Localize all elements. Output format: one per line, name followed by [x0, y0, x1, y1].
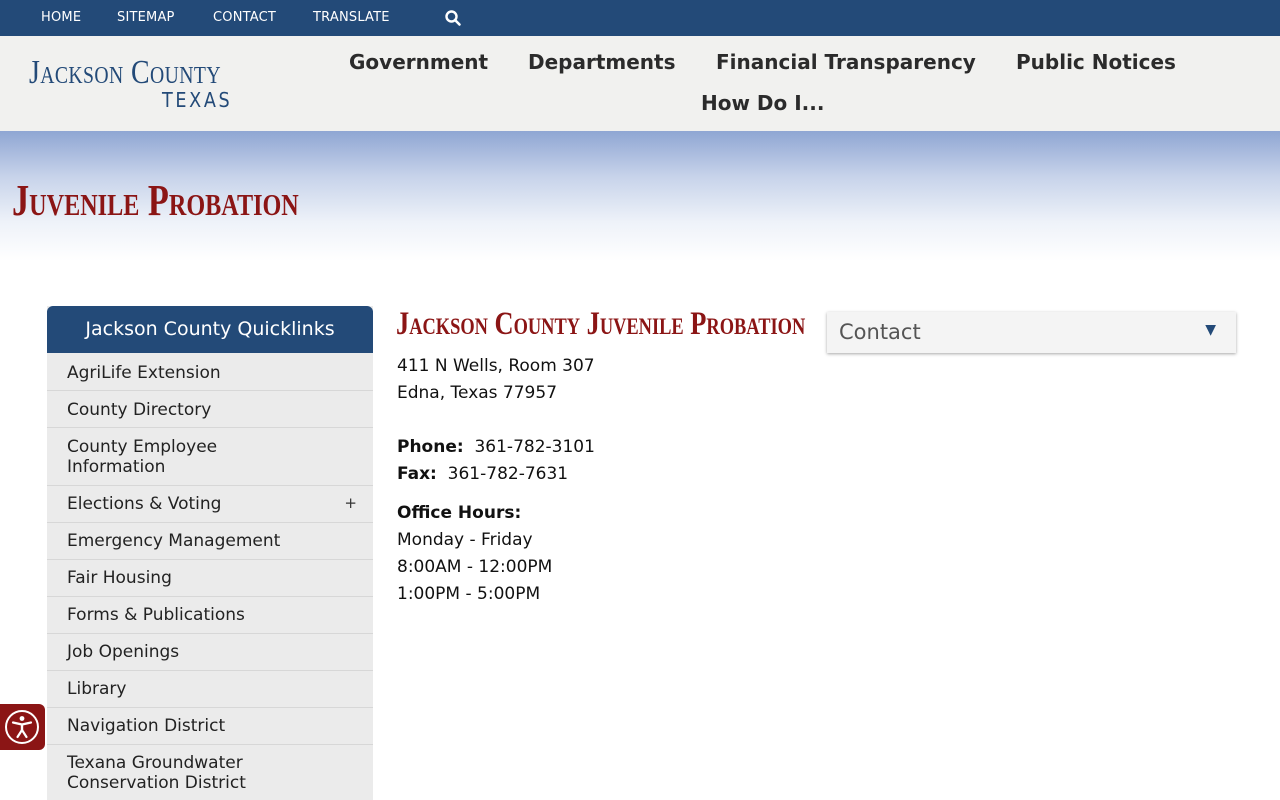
sidebar-item-elections-voting[interactable]: Elections & Voting +	[47, 486, 373, 523]
department-heading: Jackson County Juvenile Probation	[396, 306, 806, 342]
main-nav-public-notices[interactable]: Public Notices	[1016, 50, 1176, 74]
sidebar-item-agrilife[interactable]: AgriLife Extension	[47, 353, 373, 391]
logo-county-name: Jackson County	[29, 54, 221, 91]
main-nav-government[interactable]: Government	[349, 50, 488, 74]
sidebar-item-label: Forms & Publications	[67, 605, 245, 625]
phone-line: Phone: 361-782-3101	[397, 437, 595, 457]
nav-sitemap-link[interactable]: SITEMAP	[117, 0, 175, 36]
chevron-down-icon: ▼	[1205, 322, 1216, 338]
nav-contact-link[interactable]: CONTACT	[213, 0, 276, 36]
sidebar-item-label: Job Openings	[67, 642, 180, 662]
quicklinks-sidebar: Jackson County Quicklinks AgriLife Exten…	[47, 306, 373, 800]
sidebar-item-label: AgriLife Extension	[67, 363, 221, 383]
main-nav-departments[interactable]: Departments	[528, 50, 676, 74]
nav-home-link[interactable]: HOME	[41, 0, 81, 36]
office-hours-afternoon: 1:00PM - 5:00PM	[397, 584, 541, 604]
phone-label: Phone:	[397, 437, 464, 457]
sidebar-item-label: Emergency Management	[67, 531, 281, 551]
fax-number: 361-782-7631	[447, 464, 569, 484]
sidebar-item-forms-publications[interactable]: Forms & Publications	[47, 597, 373, 634]
utility-bar: HOME SITEMAP CONTACT TRANSLATE	[0, 0, 1280, 36]
accessibility-icon	[5, 710, 39, 744]
office-hours-morning: 8:00AM - 12:00PM	[397, 557, 553, 577]
sidebar-item-label: County Directory	[67, 400, 212, 420]
sidebar-item-label: Elections & Voting	[67, 494, 222, 514]
sidebar-item-navigation-district[interactable]: Navigation District	[47, 708, 373, 745]
fax-line: Fax: 361-782-7631	[397, 464, 568, 484]
sidebar-item-emergency-management[interactable]: Emergency Management	[47, 523, 373, 560]
main-nav-how-do-i[interactable]: How Do I...	[701, 91, 824, 115]
address-line-2: Edna, Texas 77957	[397, 383, 558, 403]
contact-accordion-label: Contact	[839, 320, 921, 344]
address-line-1: 411 N Wells, Room 307	[397, 356, 595, 376]
sidebar-item-label: Navigation District	[67, 716, 226, 736]
sidebar-item-job-openings[interactable]: Job Openings	[47, 634, 373, 671]
phone-number[interactable]: 361-782-3101	[474, 437, 594, 457]
office-hours-days: Monday - Friday	[397, 530, 533, 550]
sidebar-item-label: Texana Groundwater Conservation District	[67, 753, 246, 793]
page-banner: Juvenile Probation	[0, 131, 1280, 261]
office-hours-heading: Office Hours:	[397, 503, 522, 523]
office-hours-label: Office Hours:	[397, 503, 521, 523]
main-nav-financial-transparency[interactable]: Financial Transparency	[716, 50, 976, 74]
sidebar-item-fair-housing[interactable]: Fair Housing	[47, 560, 373, 597]
expand-plus-icon[interactable]: +	[344, 494, 357, 512]
sidebar-item-employee-information[interactable]: County Employee Information	[47, 428, 373, 486]
quicklinks-title: Jackson County Quicklinks	[47, 306, 373, 353]
sidebar-item-library[interactable]: Library	[47, 671, 373, 708]
sidebar-item-label: Library	[67, 679, 127, 699]
search-icon[interactable]	[444, 9, 462, 27]
site-logo[interactable]: Jackson County TEXAS	[29, 54, 249, 116]
sidebar-item-county-directory[interactable]: County Directory	[47, 391, 373, 428]
nav-translate-link[interactable]: TRANSLATE	[313, 0, 390, 36]
sidebar-item-groundwater-district[interactable]: Texana Groundwater Conservation District	[47, 745, 373, 800]
contact-accordion[interactable]: Contact ▼	[827, 312, 1236, 353]
logo-state-name: TEXAS	[162, 88, 233, 112]
site-header: Jackson County TEXAS Government Departme…	[0, 36, 1280, 131]
sidebar-item-label: County Employee Information	[67, 437, 218, 477]
fax-label: Fax:	[397, 464, 437, 484]
page-title: Juvenile Probation	[12, 176, 299, 225]
sidebar-item-label: Fair Housing	[67, 568, 172, 588]
accessibility-button[interactable]	[0, 704, 45, 750]
